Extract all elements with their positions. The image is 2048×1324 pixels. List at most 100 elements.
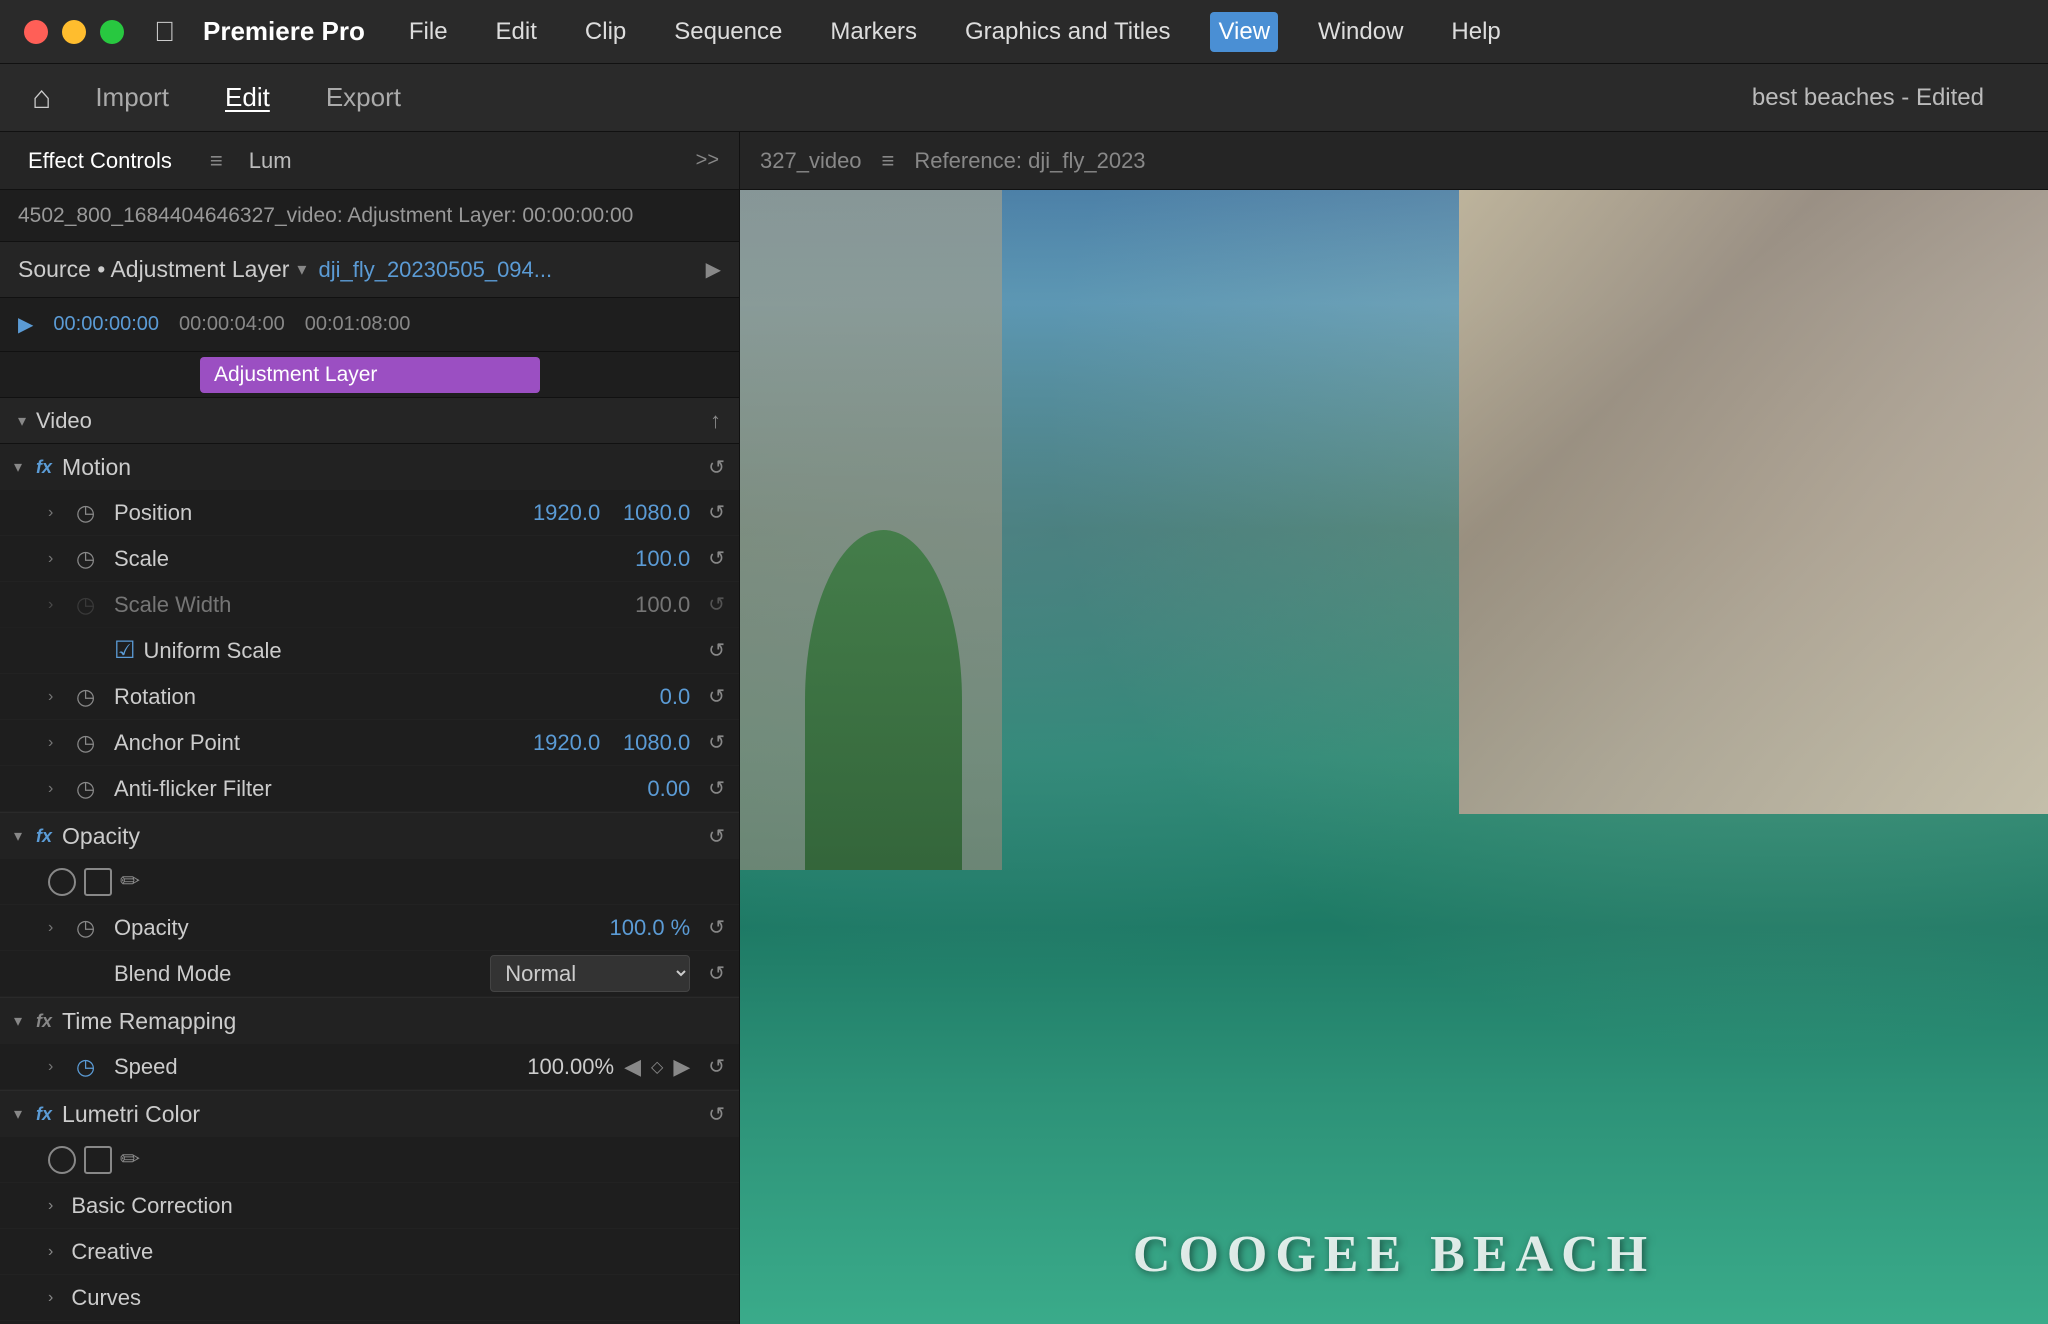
- speed-expand[interactable]: ›: [48, 1058, 66, 1076]
- lumetri-color-group-header[interactable]: ▾ fx Lumetri Color ↺: [0, 1091, 739, 1137]
- property-opacity: › ◷ Opacity 100.0 % ↺: [0, 905, 739, 951]
- basic-correction-label: Basic Correction: [71, 1193, 232, 1219]
- rotation-value[interactable]: 0.0: [610, 684, 690, 710]
- app-name: Premiere Pro: [203, 16, 365, 47]
- speed-reset-button[interactable]: ↺: [708, 1054, 725, 1079]
- menu-clip[interactable]: Clip: [577, 12, 634, 52]
- speed-prev-arrow[interactable]: ◀: [624, 1054, 641, 1080]
- opacity-group-name: Opacity: [62, 823, 698, 850]
- left-panel: Effect Controls ≡ Lum >> 4502_800_168440…: [0, 132, 740, 1324]
- opacity-icons-row: ✏: [0, 859, 739, 905]
- anchor-point-clock-icon: ◷: [76, 730, 104, 756]
- menu-graphics-titles[interactable]: Graphics and Titles: [957, 12, 1178, 52]
- anchor-point-reset-button[interactable]: ↺: [708, 730, 725, 755]
- menu-window[interactable]: Window: [1310, 12, 1411, 52]
- speed-keyframe-icon[interactable]: ◇: [651, 1057, 663, 1077]
- lumetri-curves[interactable]: › Curves: [0, 1275, 739, 1321]
- clip-info-text: 4502_800_1684404646327_video: Adjustment…: [18, 204, 633, 228]
- timecode-mid: 00:00:04:00: [179, 313, 285, 336]
- position-x-value[interactable]: 1920.0: [520, 500, 600, 526]
- video-section-arrow[interactable]: ▾: [18, 411, 26, 431]
- tab-lum[interactable]: Lum: [241, 144, 300, 178]
- time-remapping-group-header[interactable]: ▾ fx Time Remapping: [0, 998, 739, 1044]
- blend-mode-label: Blend Mode: [114, 961, 480, 987]
- menu-edit[interactable]: Edit: [488, 12, 545, 52]
- opacity-value[interactable]: 100.0 %: [610, 915, 691, 941]
- lumetri-reset-button[interactable]: ↺: [708, 1102, 725, 1127]
- apple-logo: : [154, 16, 175, 48]
- uniform-scale-reset-button[interactable]: ↺: [708, 638, 725, 663]
- speed-value[interactable]: 100.00%: [527, 1054, 614, 1080]
- source-selector[interactable]: Source • Adjustment Layer ▾: [18, 256, 306, 283]
- video-section-label: ▾ Video ↑: [0, 398, 739, 444]
- anchor-point-expand[interactable]: ›: [48, 734, 66, 752]
- rotation-reset-button[interactable]: ↺: [708, 684, 725, 709]
- uniform-scale-checkbox-icon[interactable]: ☑: [114, 636, 136, 665]
- position-reset-button[interactable]: ↺: [708, 500, 725, 525]
- anchor-point-x-value[interactable]: 1920.0: [520, 730, 600, 756]
- anti-flicker-label: Anti-flicker Filter: [114, 776, 600, 802]
- scale-width-label: Scale Width: [114, 592, 600, 618]
- time-remap-expand-arrow: ▾: [14, 1011, 22, 1031]
- time-remapping-group: ▾ fx Time Remapping › ◷ Speed 100.00% ◀ …: [0, 998, 739, 1091]
- blend-mode-select[interactable]: Normal Dissolve Multiply Screen Overlay: [490, 955, 690, 992]
- rotation-expand[interactable]: ›: [48, 688, 66, 706]
- position-label: Position: [114, 500, 510, 526]
- motion-group-header[interactable]: ▾ fx Motion ↺: [0, 444, 739, 490]
- tab-effect-controls[interactable]: Effect Controls: [20, 144, 180, 178]
- video-scroll-icon: ↑: [710, 408, 721, 434]
- menu-view[interactable]: View: [1210, 12, 1278, 52]
- scale-reset-button[interactable]: ↺: [708, 546, 725, 571]
- position-y-value[interactable]: 1080.0: [610, 500, 690, 526]
- property-rotation: › ◷ Rotation 0.0 ↺: [0, 674, 739, 720]
- lumetri-creative[interactable]: › Creative: [0, 1229, 739, 1275]
- uniform-scale-spacer: ›: [48, 642, 66, 660]
- property-position: › ◷ Position 1920.0 1080.0 ↺: [0, 490, 739, 536]
- menubar:  Premiere Pro File Edit Clip Sequence M…: [0, 0, 2048, 64]
- uniform-scale-label: Uniform Scale: [144, 638, 282, 664]
- right-panel-header: 327_video ≡ Reference: dji_fly_2023: [740, 132, 2048, 190]
- play-icon[interactable]: ▶: [706, 257, 721, 282]
- lumetri-pencil-icon[interactable]: ✏: [120, 1145, 140, 1174]
- scale-expand[interactable]: ›: [48, 550, 66, 568]
- panel-settings-icon[interactable]: ≡: [204, 144, 229, 178]
- clip-info-bar: 4502_800_1684404646327_video: Adjustment…: [0, 190, 739, 242]
- menu-sequence[interactable]: Sequence: [666, 12, 790, 52]
- menu-markers[interactable]: Markers: [822, 12, 925, 52]
- anti-flicker-value[interactable]: 0.00: [610, 776, 690, 802]
- minimize-button[interactable]: [62, 20, 86, 44]
- scale-width-value: 100.0: [610, 592, 690, 618]
- edit-button[interactable]: Edit: [213, 74, 282, 121]
- right-panel-menu-icon[interactable]: ≡: [882, 148, 895, 174]
- position-expand[interactable]: ›: [48, 504, 66, 522]
- menu-help[interactable]: Help: [1443, 12, 1508, 52]
- opacity-square-icon: [84, 868, 112, 896]
- uniform-scale-check[interactable]: ☑ Uniform Scale: [114, 636, 282, 665]
- anchor-point-y-value[interactable]: 1080.0: [610, 730, 690, 756]
- blend-mode-reset-button[interactable]: ↺: [708, 961, 725, 986]
- clip-link[interactable]: dji_fly_20230505_094...: [318, 257, 552, 283]
- property-scale: › ◷ Scale 100.0 ↺: [0, 536, 739, 582]
- scale-label: Scale: [114, 546, 600, 572]
- home-icon[interactable]: ⌂: [32, 79, 51, 116]
- expand-panel-button[interactable]: >>: [696, 149, 719, 172]
- export-button[interactable]: Export: [314, 74, 413, 121]
- speed-next-arrow[interactable]: ▶: [673, 1054, 690, 1080]
- opacity-reset-button[interactable]: ↺: [708, 824, 725, 849]
- opacity-value-reset-button[interactable]: ↺: [708, 915, 725, 940]
- opacity-pencil-icon[interactable]: ✏: [120, 867, 140, 896]
- lumetri-basic-correction[interactable]: › Basic Correction: [0, 1183, 739, 1229]
- motion-reset-button[interactable]: ↺: [708, 455, 725, 480]
- effects-scroll[interactable]: ▾ fx Motion ↺ › ◷ Position 1920.0 1080.0…: [0, 444, 739, 1324]
- anti-flicker-expand[interactable]: ›: [48, 780, 66, 798]
- maximize-button[interactable]: [100, 20, 124, 44]
- close-button[interactable]: [24, 20, 48, 44]
- scale-value[interactable]: 100.0: [610, 546, 690, 572]
- scale-width-reset-button: ↺: [708, 592, 725, 617]
- import-button[interactable]: Import: [83, 74, 181, 121]
- anti-flicker-reset-button[interactable]: ↺: [708, 776, 725, 801]
- opacity-group-header[interactable]: ▾ fx Opacity ↺: [0, 813, 739, 859]
- menu-file[interactable]: File: [401, 12, 456, 52]
- opacity-expand[interactable]: ›: [48, 919, 66, 937]
- adj-layer-label: Adjustment Layer: [214, 363, 377, 387]
